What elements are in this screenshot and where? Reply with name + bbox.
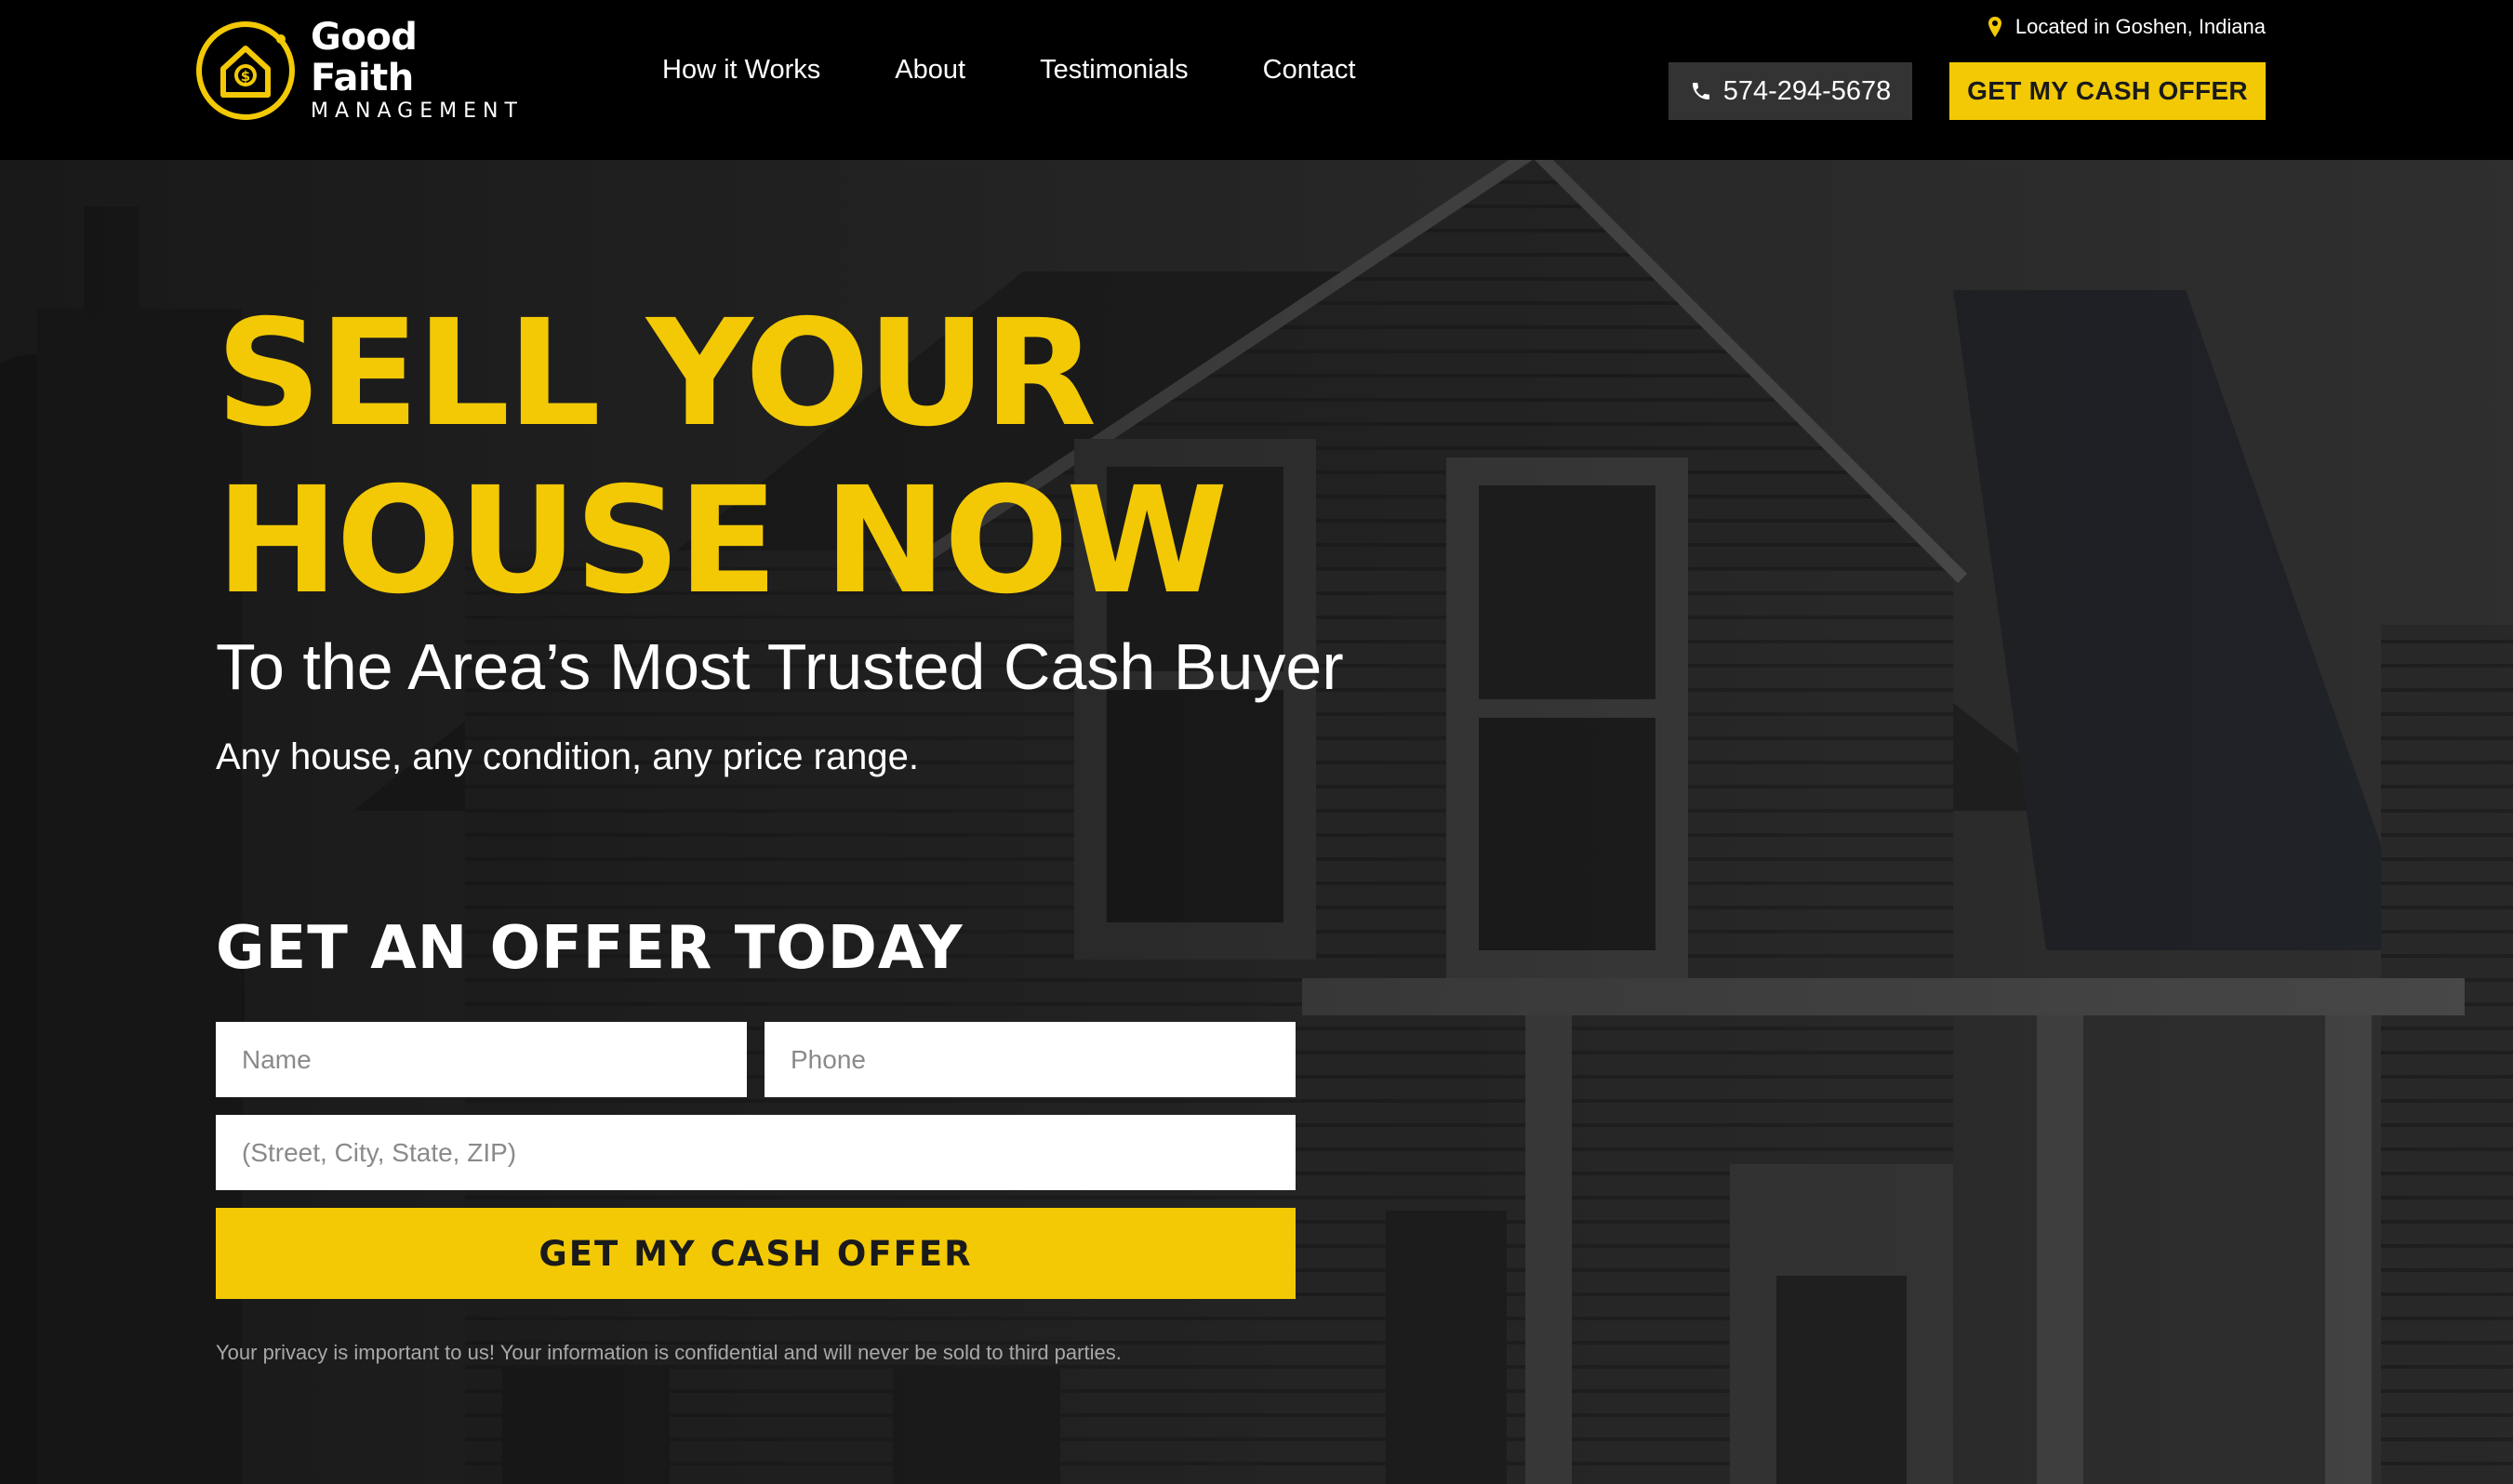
hero-headline: SELL YOUR HOUSE NOW	[216, 290, 1425, 625]
site-header: $ Good Faith MANAGEMENT How it Works Abo…	[0, 0, 2513, 160]
nav-contact[interactable]: Contact	[1263, 55, 1356, 86]
nav-about[interactable]: About	[895, 55, 965, 86]
page: $ Good Faith MANAGEMENT How it Works Abo…	[0, 0, 2513, 1484]
privacy-note: Your privacy is important to us! Your in…	[216, 1341, 1122, 1364]
form-submit-button[interactable]: GET MY CASH OFFER	[216, 1208, 1296, 1299]
hero-tagline: Any house, any condition, any price rang…	[216, 736, 920, 777]
phone-input[interactable]	[765, 1022, 1296, 1097]
svg-text:$: $	[241, 68, 250, 85]
phone-button[interactable]: 574-294-5678	[1669, 62, 1912, 120]
name-input[interactable]	[216, 1022, 747, 1097]
phone-number: 574-294-5678	[1722, 75, 1892, 106]
logo-text: Good Faith MANAGEMENT	[311, 17, 530, 125]
brand-name: Good Faith	[311, 16, 418, 99]
map-pin-icon	[1988, 17, 2001, 37]
offer-form-title: GET AN OFFER TODAY	[216, 914, 964, 983]
location-text: Located in Goshen, Indiana	[2014, 15, 2266, 38]
brand-subtitle: MANAGEMENT	[311, 99, 524, 123]
main-nav: How it Works About Testimonials Contact	[662, 46, 1356, 93]
nav-testimonials[interactable]: Testimonials	[1040, 55, 1189, 86]
hero-subheadline: To the Area’s Most Trusted Cash Buyer	[216, 630, 1344, 703]
headline-line-1: SELL YOUR	[216, 288, 1097, 459]
house-dollar-icon: $	[196, 21, 295, 120]
nav-how-it-works[interactable]: How it Works	[662, 55, 820, 86]
location-info: Located in Goshen, Indiana	[1988, 15, 2266, 39]
headline-line-2: HOUSE NOW	[216, 456, 1228, 627]
header-cash-offer-button[interactable]: GET MY CASH OFFER	[1949, 62, 2266, 120]
logo[interactable]: $ Good Faith MANAGEMENT	[195, 17, 530, 125]
phone-icon	[1692, 83, 1709, 99]
address-input[interactable]	[216, 1115, 1296, 1190]
